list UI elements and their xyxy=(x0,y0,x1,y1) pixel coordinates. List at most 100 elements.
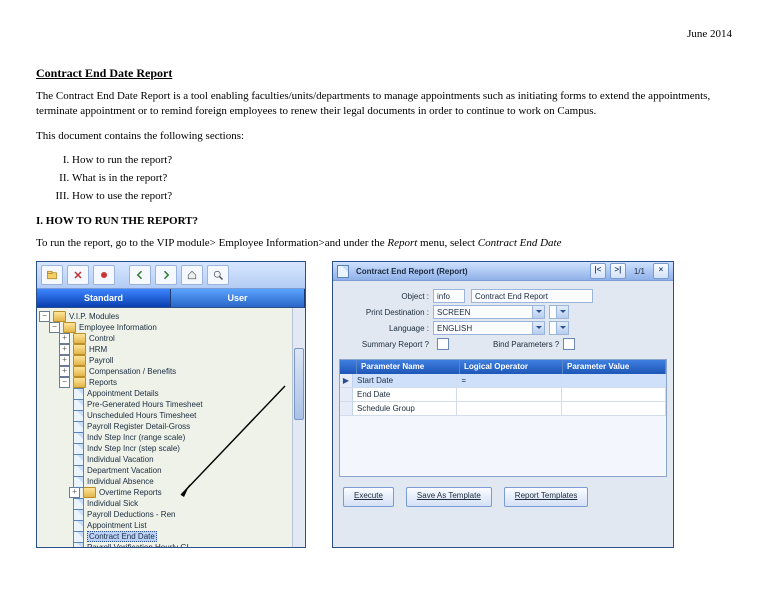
page-title: Contract End Date Report xyxy=(36,66,732,81)
language-label: Language : xyxy=(343,324,433,333)
forward-icon[interactable] xyxy=(155,265,177,285)
execute-button[interactable]: Execute xyxy=(343,487,394,507)
collapse-icon[interactable]: − xyxy=(49,322,60,333)
bind-params-label: Bind Parameters ? xyxy=(493,340,559,349)
destination-extra-select[interactable] xyxy=(549,305,569,319)
tree-node[interactable]: Control xyxy=(89,334,115,343)
how-to-run-heading: I. HOW TO RUN THE REPORT? xyxy=(36,214,732,229)
tree-leaf[interactable]: Pre-Generated Hours Timesheet xyxy=(87,400,203,409)
grid-cell[interactable]: End Date xyxy=(353,388,457,401)
grid-row[interactable]: End Date xyxy=(340,388,666,402)
tree-leaf[interactable]: Payroll Register Detail-Gross xyxy=(87,422,190,431)
toolbar xyxy=(37,262,305,289)
section-item: How to run the report? xyxy=(72,154,732,166)
tree-node-reports[interactable]: Reports xyxy=(89,378,117,387)
nav-last-button[interactable]: >| xyxy=(610,263,626,279)
folder-icon xyxy=(73,355,86,366)
folder-icon xyxy=(63,322,76,333)
magnifier-icon[interactable] xyxy=(207,265,229,285)
tree-leaf[interactable]: Appointment List xyxy=(87,521,147,530)
doc-date: June 2014 xyxy=(36,28,732,40)
tab-user[interactable]: User xyxy=(171,289,305,307)
expand-icon[interactable]: + xyxy=(59,333,70,344)
expand-icon[interactable]: + xyxy=(69,487,80,498)
section-item: What is in the report? xyxy=(72,172,732,184)
vip-module-screenshot: Standard User −V.I.P. Modules −Employee … xyxy=(36,261,306,548)
report-templates-button[interactable]: Report Templates xyxy=(504,487,589,507)
intro-paragraph: The Contract End Date Report is a tool e… xyxy=(36,89,732,119)
tree-leaf-contract-end-date[interactable]: Contract End Date xyxy=(87,531,157,542)
navigation-tree[interactable]: −V.I.P. Modules −Employee Information +C… xyxy=(37,308,305,547)
tab-strip: Standard User xyxy=(37,289,305,308)
bind-parameters-checkbox[interactable] xyxy=(563,338,575,350)
tree-node[interactable]: Compensation / Benefits xyxy=(89,367,176,376)
object-name-field[interactable]: Contract End Report xyxy=(471,289,593,303)
column-parameter-name: Parameter Name xyxy=(357,360,460,374)
report-icon xyxy=(73,542,84,548)
print-destination-select[interactable]: SCREEN xyxy=(433,305,545,319)
tree-leaf[interactable]: Payroll Verification Hourly GL xyxy=(87,543,191,547)
tree-leaf[interactable]: Department Vacation xyxy=(87,466,162,475)
chevron-down-icon[interactable] xyxy=(556,306,568,318)
tree-scrollbar[interactable] xyxy=(292,308,305,547)
nav-counter: 1/1 xyxy=(630,267,649,276)
report-icon xyxy=(337,265,349,278)
grid-cell[interactable] xyxy=(562,402,666,415)
report-icon xyxy=(73,476,84,488)
grid-cell[interactable]: Schedule Group xyxy=(353,402,457,415)
home-icon[interactable] xyxy=(181,265,203,285)
tree-node[interactable]: Payroll xyxy=(89,356,113,365)
expand-icon[interactable]: + xyxy=(59,344,70,355)
tree-node[interactable]: HRM xyxy=(89,345,107,354)
parameters-grid[interactable]: Parameter Name Logical Operator Paramete… xyxy=(339,359,667,477)
dialog-form: Object : info Contract End Report Print … xyxy=(333,281,673,359)
sections-lead: This document contains the following sec… xyxy=(36,129,732,144)
tree-leaf[interactable]: Appointment Details xyxy=(87,389,159,398)
grid-cell[interactable] xyxy=(457,402,561,415)
folder-icon xyxy=(83,487,96,498)
chevron-down-icon[interactable] xyxy=(532,322,544,334)
destination-label: Print Destination : xyxy=(343,308,433,317)
record-icon[interactable] xyxy=(93,265,115,285)
expand-icon[interactable]: + xyxy=(59,355,70,366)
grid-row[interactable]: Schedule Group xyxy=(340,402,666,416)
back-icon[interactable] xyxy=(129,265,151,285)
folder-icon xyxy=(73,366,86,377)
tree-leaf[interactable]: Individual Sick xyxy=(87,499,138,508)
nav-first-button[interactable]: |< xyxy=(590,263,606,279)
tree-leaf[interactable]: Indv Step Incr (range scale) xyxy=(87,433,185,442)
grid-cell[interactable] xyxy=(457,388,561,401)
tree-leaf[interactable]: Overtime Reports xyxy=(99,488,162,497)
tab-standard[interactable]: Standard xyxy=(37,289,171,307)
column-parameter-value: Parameter Value xyxy=(563,360,666,374)
tree-leaf[interactable]: Payroll Deductions - Ren xyxy=(87,510,175,519)
grid-cell[interactable]: Start Date xyxy=(353,374,457,387)
summary-label: Summary Report ? xyxy=(343,340,433,349)
language-extra-select[interactable] xyxy=(549,321,569,335)
tree-leaf[interactable]: Individual Vacation xyxy=(87,455,154,464)
grid-cell[interactable]: = xyxy=(457,374,561,387)
grid-row[interactable]: ▶ Start Date = xyxy=(340,374,666,388)
tree-root[interactable]: V.I.P. Modules xyxy=(69,312,119,321)
summary-report-checkbox[interactable] xyxy=(437,338,449,350)
open-icon[interactable] xyxy=(41,265,63,285)
object-type-select[interactable]: info xyxy=(433,289,465,303)
tree-leaf[interactable]: Individual Absence xyxy=(87,477,154,486)
tree-leaf[interactable]: Indv Step Incr (step scale) xyxy=(87,444,180,453)
collapse-icon[interactable]: − xyxy=(59,377,70,388)
tree-leaf[interactable]: Unscheduled Hours Timesheet xyxy=(87,411,196,420)
grid-cell[interactable] xyxy=(562,374,666,387)
close-icon[interactable]: × xyxy=(653,263,669,279)
grid-cell[interactable] xyxy=(562,388,666,401)
chevron-down-icon[interactable] xyxy=(532,306,544,318)
folder-icon xyxy=(73,333,86,344)
tree-node-employee-info[interactable]: Employee Information xyxy=(79,323,157,332)
language-select[interactable]: ENGLISH xyxy=(433,321,545,335)
report-parameters-dialog: Contract End Report (Report) |< >| 1/1 ×… xyxy=(332,261,674,548)
exit-icon[interactable] xyxy=(67,265,89,285)
save-as-template-button[interactable]: Save As Template xyxy=(406,487,492,507)
collapse-icon[interactable]: − xyxy=(39,311,50,322)
chevron-down-icon[interactable] xyxy=(556,322,568,334)
expand-icon[interactable]: + xyxy=(59,366,70,377)
dialog-titlebar: Contract End Report (Report) |< >| 1/1 × xyxy=(333,262,673,281)
